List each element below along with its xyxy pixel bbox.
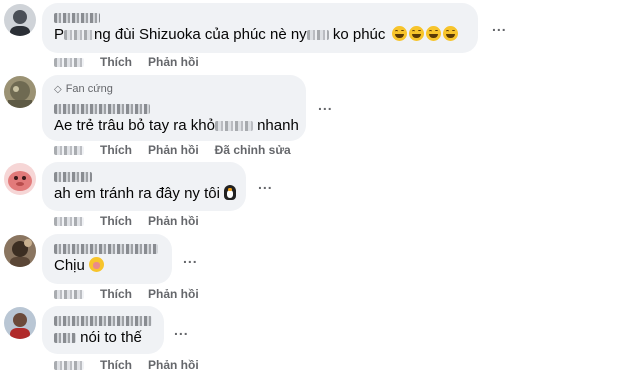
comment-author[interactable]: [54, 313, 152, 328]
comment-author[interactable]: [54, 10, 466, 25]
comment-actions: Thích Phản hồi Đã chỉnh sửa: [54, 143, 291, 157]
reply-button[interactable]: Phản hồi: [148, 55, 199, 69]
penguin-icon: [223, 185, 236, 200]
reply-button[interactable]: Phản hồi: [148, 214, 199, 228]
avatar[interactable]: [4, 235, 36, 267]
diamond-icon: ◇: [54, 83, 62, 95]
avatar[interactable]: [4, 163, 36, 195]
comment-bubble: ah em tránh ra đây ny tôi: [42, 162, 246, 211]
comment-author[interactable]: [54, 101, 294, 116]
comment-time[interactable]: [54, 360, 84, 370]
grinning-face-icon: [408, 26, 424, 41]
comment-bubble: Png đùi Shizuoka của phúc nè ny ko phúc: [42, 3, 478, 53]
comment-bubble: Chịu: [42, 234, 172, 284]
edited-label: Đã chỉnh sửa: [214, 143, 291, 157]
avatar[interactable]: [4, 4, 36, 36]
more-options-button[interactable]: ...: [492, 18, 507, 34]
more-options-button[interactable]: ...: [258, 176, 273, 192]
shocked-face-icon: [88, 257, 104, 272]
comment-text: nói to thế: [54, 328, 152, 348]
avatar[interactable]: [4, 76, 36, 108]
avatar[interactable]: [4, 307, 36, 339]
comment-text: Ae trẻ trâu bỏ tay ra khỏ nhanh: [54, 117, 299, 134]
comment-author[interactable]: [54, 241, 160, 256]
reply-button[interactable]: Phản hồi: [148, 358, 199, 372]
grinning-face-icon: [391, 26, 407, 41]
comment-actions: Thích Phản hồi: [54, 214, 199, 228]
comment-actions: Thích Phản hồi: [54, 55, 199, 69]
like-button[interactable]: Thích: [100, 214, 132, 228]
comment-text: Png đùi Shizuoka của phúc nè ny ko phúc: [54, 25, 466, 45]
like-button[interactable]: Thích: [100, 358, 132, 372]
comment-time[interactable]: [54, 289, 84, 299]
comment-time[interactable]: [54, 145, 84, 155]
like-button[interactable]: Thích: [100, 143, 132, 157]
grinning-face-icon: [442, 26, 458, 41]
reply-button[interactable]: Phản hồi: [148, 143, 199, 157]
comment-text: ah em tránh ra đây ny tôi: [54, 184, 236, 204]
comment-actions: Thích Phản hồi: [54, 287, 199, 301]
comment-bubble: ◇ Fan cứng Ae trẻ trâu bỏ tay ra khỏ nha…: [42, 75, 306, 141]
comment-time[interactable]: [54, 57, 84, 67]
comment-time[interactable]: [54, 216, 84, 226]
more-options-button[interactable]: ...: [318, 97, 333, 113]
reply-button[interactable]: Phản hồi: [148, 287, 199, 301]
like-button[interactable]: Thích: [100, 287, 132, 301]
more-options-button[interactable]: ...: [174, 322, 189, 338]
comment-bubble: nói to thế: [42, 306, 164, 354]
more-options-button[interactable]: ...: [183, 250, 198, 266]
comment-actions: Thích Phản hồi: [54, 358, 199, 372]
comment-text: Chịu: [54, 256, 160, 276]
fan-badge: ◇ Fan cứng: [54, 82, 113, 95]
like-button[interactable]: Thích: [100, 55, 132, 69]
comment-author[interactable]: [54, 169, 234, 184]
grinning-face-icon: [425, 26, 441, 41]
